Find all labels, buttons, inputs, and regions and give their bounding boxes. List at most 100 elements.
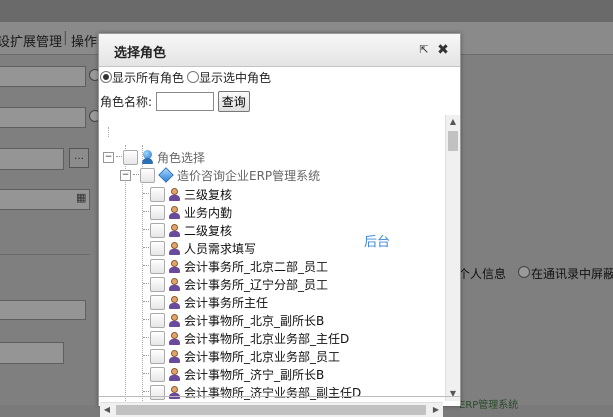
user-icon bbox=[169, 259, 180, 273]
role-label: 二级复核 bbox=[184, 223, 233, 238]
background-field-3[interactable] bbox=[0, 148, 64, 170]
role-checkbox[interactable] bbox=[150, 276, 165, 292]
role-checkbox[interactable] bbox=[150, 348, 165, 364]
tree-connector bbox=[143, 337, 149, 339]
tree-node-role[interactable]: 会计事物所_济宁业务部_副主任D bbox=[143, 383, 361, 401]
tree-node-role[interactable]: 会计事务所_北京二部_员工 bbox=[143, 257, 328, 275]
user-icon bbox=[169, 295, 180, 309]
tree-node-role[interactable]: 会计事物所_北京业务部_主任D bbox=[143, 329, 349, 347]
tree-horizontal-scrollbar[interactable]: ◀ ▶ bbox=[100, 402, 443, 417]
role-label: 会计事物所_北京_副所长B bbox=[184, 313, 325, 328]
query-button[interactable]: 查询 bbox=[217, 91, 250, 112]
role-checkbox[interactable] bbox=[150, 384, 165, 400]
scroll-up-arrow-icon[interactable]: ▲ bbox=[446, 115, 460, 129]
tree-connector bbox=[143, 211, 149, 213]
user-icon bbox=[169, 331, 180, 345]
role-label: 人员需求填写 bbox=[184, 241, 257, 256]
tree-node-root[interactable]: − 角色选择 bbox=[103, 148, 205, 166]
tree-connector bbox=[143, 355, 149, 357]
tree-node-role[interactable]: 会计事务所_辽宁分部_员工 bbox=[143, 275, 328, 293]
role-name-input[interactable] bbox=[155, 92, 214, 111]
background-field-4[interactable] bbox=[0, 300, 86, 320]
role-label: 会计事务所主任 bbox=[184, 295, 269, 310]
tree-node-role[interactable]: 业务内勤 bbox=[143, 203, 232, 221]
radio-show-selected-roles[interactable] bbox=[187, 71, 200, 83]
tree-node-system[interactable]: − 造价咨询企业ERP管理系统 bbox=[120, 166, 320, 184]
option-personal-info: 个人信息 bbox=[458, 267, 507, 281]
radio-show-all-roles[interactable] bbox=[100, 71, 112, 83]
close-icon[interactable]: ✖ bbox=[436, 43, 450, 57]
scroll-down-arrow-icon[interactable]: ▼ bbox=[446, 387, 460, 401]
user-icon bbox=[169, 277, 180, 291]
user-icon bbox=[169, 205, 180, 219]
popout-icon[interactable]: ⇱ bbox=[417, 43, 431, 57]
tree-node-role[interactable]: 二级复核 bbox=[143, 221, 232, 239]
role-checkbox[interactable] bbox=[150, 222, 165, 238]
background-browse-button[interactable]: … bbox=[69, 148, 89, 168]
menu-item-operation[interactable]: 操作 bbox=[71, 31, 97, 50]
role-checkbox[interactable] bbox=[150, 258, 165, 274]
scroll-left-arrow-icon[interactable]: ◀ bbox=[100, 403, 114, 417]
role-checkbox[interactable] bbox=[150, 294, 165, 310]
horizontal-scroll-thumb[interactable] bbox=[116, 405, 426, 415]
user-icon bbox=[169, 223, 180, 237]
option-block-radio[interactable] bbox=[518, 266, 530, 278]
background-field-5[interactable] bbox=[0, 342, 64, 364]
tree-node-role[interactable]: 会计事物所_北京业务部_员工 bbox=[143, 347, 340, 365]
tree-node-label: 造价咨询企业ERP管理系统 bbox=[177, 168, 321, 183]
tree-connector bbox=[143, 301, 149, 303]
tree-vertical-scrollbar[interactable]: ▲ ▼ bbox=[445, 115, 460, 401]
tree-connector bbox=[133, 174, 139, 176]
backend-label: 后台 bbox=[364, 235, 391, 250]
role-name-label: 角色名称: bbox=[100, 95, 153, 109]
tree-connector bbox=[143, 229, 149, 231]
tree-connector bbox=[143, 373, 149, 375]
checkbox-root[interactable] bbox=[123, 149, 138, 165]
collapse-toggle[interactable]: − bbox=[120, 169, 131, 181]
dialog-header[interactable]: 选择角色 ⇱ ✖ bbox=[99, 34, 460, 67]
background-field-1[interactable] bbox=[0, 66, 86, 87]
tree-node-label: 角色选择 bbox=[157, 150, 206, 165]
user-icon bbox=[169, 313, 180, 327]
role-checkbox[interactable] bbox=[150, 240, 165, 256]
role-label: 会计事物所_济宁_副所长B bbox=[184, 367, 325, 382]
role-checkbox[interactable] bbox=[150, 330, 165, 346]
role-checkbox[interactable] bbox=[150, 204, 165, 220]
background-field-2[interactable] bbox=[0, 107, 86, 128]
role-root-icon bbox=[142, 150, 153, 164]
role-label: 会计事务所_辽宁分部_员工 bbox=[184, 277, 329, 292]
tree-guide-line bbox=[108, 127, 109, 137]
role-checkbox[interactable] bbox=[150, 312, 165, 328]
dialog-title: 选择角色 bbox=[114, 46, 167, 61]
option-block-in-contacts: 在通讯录中屏蔽 bbox=[531, 267, 613, 281]
user-icon bbox=[169, 367, 180, 381]
checkbox-system[interactable] bbox=[140, 167, 155, 183]
scroll-right-arrow-icon[interactable]: ▶ bbox=[429, 403, 443, 417]
vertical-scroll-thumb[interactable] bbox=[448, 131, 458, 151]
role-label: 会计事物所_济宁业务部_副主任D bbox=[184, 385, 362, 400]
tree-node-role[interactable]: 会计事物所_济宁_副所长B bbox=[143, 365, 324, 383]
tree-connector bbox=[143, 247, 149, 249]
background-top-bar bbox=[0, 0, 613, 22]
role-search-row: 角色名称: 查询 bbox=[100, 91, 250, 112]
radio-show-all-label: 显示所有角色 bbox=[112, 71, 185, 85]
tree-node-role[interactable]: 会计事物所_北京_副所长B bbox=[143, 311, 324, 329]
background-status-text: ERP管理系统 bbox=[459, 400, 519, 411]
role-checkbox[interactable] bbox=[150, 186, 165, 202]
tree-node-role[interactable]: 人员需求填写 bbox=[143, 239, 256, 257]
role-checkbox[interactable] bbox=[150, 366, 165, 382]
role-label: 会计事物所_北京业务部_主任D bbox=[184, 331, 350, 346]
role-label: 三级复核 bbox=[184, 187, 233, 202]
role-label: 会计事物所_北京业务部_员工 bbox=[184, 349, 341, 364]
tree-node-role[interactable]: 会计事务所主任 bbox=[143, 293, 268, 311]
menu-item-extension-management[interactable]: 设扩展管理 bbox=[0, 31, 62, 50]
tree-connector bbox=[143, 319, 149, 321]
display-mode-radios: 显示所有角色 显示选中角色 bbox=[100, 69, 274, 86]
tree-connector bbox=[143, 193, 149, 195]
radio-show-selected-label: 显示选中角色 bbox=[199, 71, 272, 85]
collapse-toggle[interactable]: − bbox=[103, 151, 114, 163]
role-tree: − 角色选择 − 造价咨询企业ERP管理系统 三级复核 业务内勤 二级复核 人员需求… bbox=[99, 115, 444, 402]
user-icon bbox=[169, 349, 180, 363]
calendar-icon[interactable]: ▦ bbox=[76, 191, 86, 204]
tree-node-role[interactable]: 三级复核 bbox=[143, 185, 232, 203]
